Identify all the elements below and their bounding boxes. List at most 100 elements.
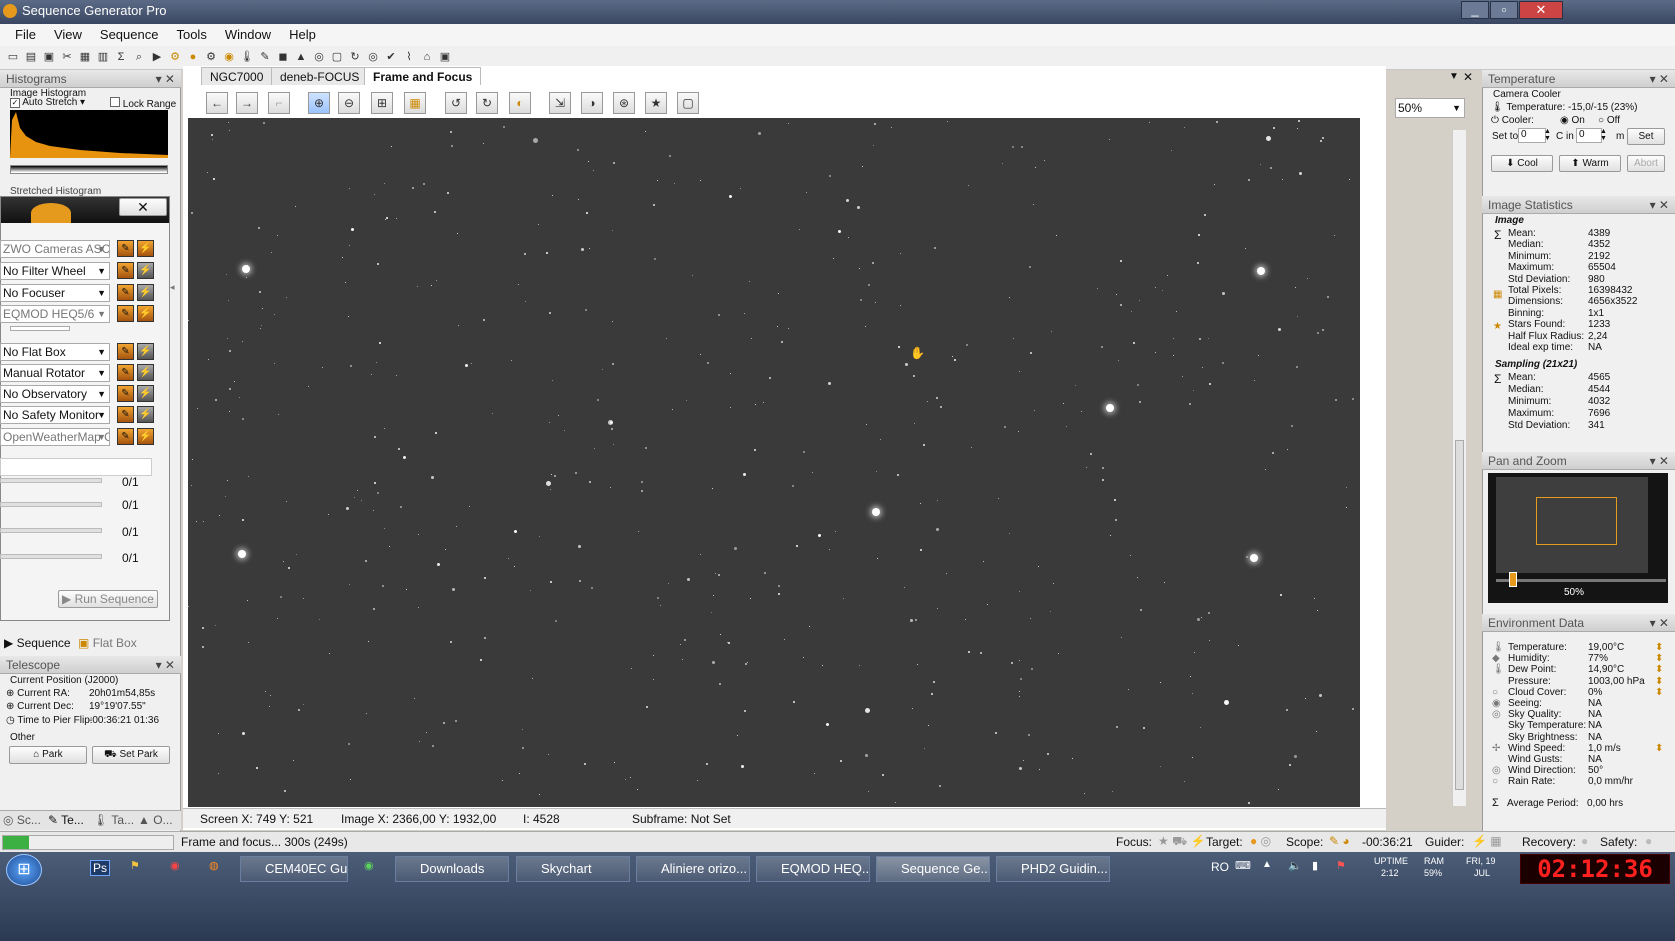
tab-ngc7000[interactable]: NGC7000 [201, 67, 273, 85]
park-button[interactable]: ⌂ Park [9, 746, 87, 764]
taskbar-skychart[interactable]: Skychart [516, 856, 630, 882]
open-icon[interactable]: ▤ [23, 49, 39, 65]
media-icon[interactable]: ◉ [170, 859, 180, 872]
chrome-icon[interactable]: ◉ [364, 859, 374, 872]
vertical-scrollbar[interactable] [1452, 130, 1466, 806]
new-icon[interactable]: ▭ [5, 49, 21, 65]
contrast-button[interactable]: ◑ [581, 92, 603, 114]
focus-icon[interactable]: ◎ [311, 49, 327, 65]
run-sequence-button[interactable]: ▶ Run Sequence [58, 590, 158, 608]
env-source-icon[interactable]: ⬍ [1655, 653, 1663, 664]
filter-icon[interactable]: ◼ [275, 49, 291, 65]
menu-window[interactable]: Window [216, 24, 280, 45]
target-icon[interactable]: ◉ [221, 49, 237, 65]
tray-arrow-icon[interactable]: ▲ [1262, 859, 1272, 870]
set-button[interactable]: Set [1627, 128, 1665, 145]
subframe-button[interactable]: ▢ [677, 92, 699, 114]
minimize-button[interactable]: _ [1461, 1, 1489, 19]
clock-display[interactable]: 02:12:36 [1520, 854, 1670, 884]
pin-icon[interactable]: ⚑ [130, 859, 140, 872]
menu-file[interactable]: File [6, 24, 45, 45]
camera-dropdown[interactable]: ZWO Cameras ASCOM▼ [0, 240, 110, 258]
rotator-connect-icon[interactable]: ⚡ [137, 364, 154, 381]
wrench-icon[interactable]: ✎ [257, 49, 273, 65]
flat-icon[interactable]: ▢ [329, 49, 345, 65]
histogram-slider[interactable] [10, 165, 168, 174]
menu-tools[interactable]: Tools [167, 24, 215, 45]
close-button[interactable]: ✕ [1519, 1, 1563, 19]
save-icon[interactable]: ▣ [41, 49, 57, 65]
search-icon[interactable]: ⌕ [131, 49, 147, 65]
close-icon[interactable]: ▾ ✕ [1650, 614, 1669, 632]
viewport-rect[interactable] [1536, 497, 1617, 545]
filter-wheel-dropdown[interactable]: No Filter Wheel ▼ [0, 262, 110, 280]
taskbar-aliniere[interactable]: Aliniere orizo... [636, 856, 750, 882]
pan-zoom-navigator[interactable]: 50% [1488, 473, 1668, 603]
zoom-select[interactable]: 50% ▼ [1395, 98, 1465, 118]
observatory-dropdown[interactable]: No Observatory ▼ [0, 385, 110, 403]
focuser-settings-icon[interactable]: ✎ [117, 284, 134, 301]
color-button[interactable]: ◐ [509, 92, 531, 114]
camera-connect-icon[interactable]: ⚡ [137, 240, 154, 257]
minutes-input[interactable]: 0 [1576, 128, 1602, 143]
mount-connect-icon[interactable]: ⚡ [137, 305, 154, 322]
flat-settings-icon[interactable]: ✎ [117, 343, 134, 360]
photoshop-icon[interactable]: Ps [90, 860, 111, 876]
export-button[interactable]: ⇲ [549, 92, 571, 114]
calc-icon[interactable]: ▦ [77, 49, 93, 65]
taskbar-cem40[interactable]: CEM40EC Gui... [240, 856, 348, 882]
thermometer-icon[interactable]: 🌡 [239, 49, 255, 65]
zoom-slider-track[interactable] [1496, 579, 1666, 582]
crop-button[interactable]: ⌐ [268, 92, 290, 114]
cooler-off-radio[interactable]: ○ Off [1598, 115, 1620, 126]
battery-icon[interactable]: ▮ [1312, 859, 1318, 872]
tools-icon[interactable]: ✂ [59, 49, 75, 65]
keyboard-icon[interactable]: ⌨ [1235, 859, 1251, 872]
graph-icon[interactable]: ⌇ [401, 49, 417, 65]
plate-icon[interactable]: ▣ [437, 49, 453, 65]
close-icon[interactable]: ▾ ✕ [156, 656, 175, 674]
rotate-right-button[interactable]: ↻ [476, 92, 498, 114]
env-source-icon[interactable]: ⬍ [1655, 743, 1663, 754]
play-icon[interactable]: ▶ [149, 49, 165, 65]
weather-dropdown[interactable]: OpenWeatherMap C ▼ [0, 428, 110, 446]
focuser-dropdown[interactable]: No Focuser ▼ [0, 284, 110, 302]
flat-box-dropdown[interactable]: No Flat Box ▼ [0, 343, 110, 361]
tab-target[interactable]: 🌡 Ta... [93, 813, 134, 827]
camera-settings-icon[interactable]: ✎ [117, 240, 134, 257]
abort-button[interactable]: Abort [1627, 155, 1665, 172]
sequence-name-field[interactable] [0, 458, 152, 476]
env-source-icon[interactable]: ⬍ [1655, 676, 1663, 687]
cool-button[interactable]: ⬇ Cool [1491, 155, 1553, 172]
taskbar-sequence-generator[interactable]: Sequence Ge... [876, 856, 990, 882]
mount-settings-icon[interactable]: ✎ [117, 305, 134, 322]
chart-icon[interactable]: ▥ [95, 49, 111, 65]
observatory-settings-icon[interactable]: ✎ [117, 385, 134, 402]
menu-help[interactable]: Help [280, 24, 325, 45]
menu-sequence[interactable]: Sequence [91, 24, 168, 45]
taskbar-downloads[interactable]: Downloads [395, 856, 509, 882]
check-icon[interactable]: ✔ [383, 49, 399, 65]
mount-icon[interactable]: ▲ [293, 49, 309, 65]
reticle-button[interactable]: ⊛ [613, 92, 635, 114]
forward-button[interactable]: → [236, 92, 258, 114]
tab-observatory[interactable]: ▲ O... [138, 813, 173, 827]
close-icon[interactable]: ▾ ✕ [156, 70, 175, 88]
rotator-dropdown[interactable]: Manual Rotator ▼ [0, 364, 110, 382]
safety-connect-icon[interactable]: ⚡ [137, 406, 154, 423]
flag-icon[interactable]: ⚑ [1336, 859, 1346, 872]
weather-connect-icon[interactable]: ⚡ [137, 428, 154, 445]
warm-button[interactable]: ⬆ Warm [1559, 155, 1621, 172]
safety-monitor-dropdown[interactable]: No Safety Monitor ▼ [0, 406, 110, 424]
tab-scope-settings[interactable]: ◎ Sc... [3, 813, 41, 827]
close-icon[interactable]: ▾ ✕ [1650, 452, 1669, 470]
language-indicator[interactable]: RO [1211, 860, 1229, 874]
lock-range-checkbox[interactable]: Lock Range [110, 97, 176, 110]
close-button[interactable]: ✕ [119, 198, 167, 216]
rotator-settings-icon[interactable]: ✎ [117, 364, 134, 381]
env-source-icon[interactable]: ⬍ [1655, 642, 1663, 653]
rotator-icon[interactable]: ↻ [347, 49, 363, 65]
settings-icon[interactable]: ⚙ [203, 49, 219, 65]
taskbar-phd2[interactable]: PHD2 Guidin... [996, 856, 1110, 882]
back-button[interactable]: ← [206, 92, 228, 114]
